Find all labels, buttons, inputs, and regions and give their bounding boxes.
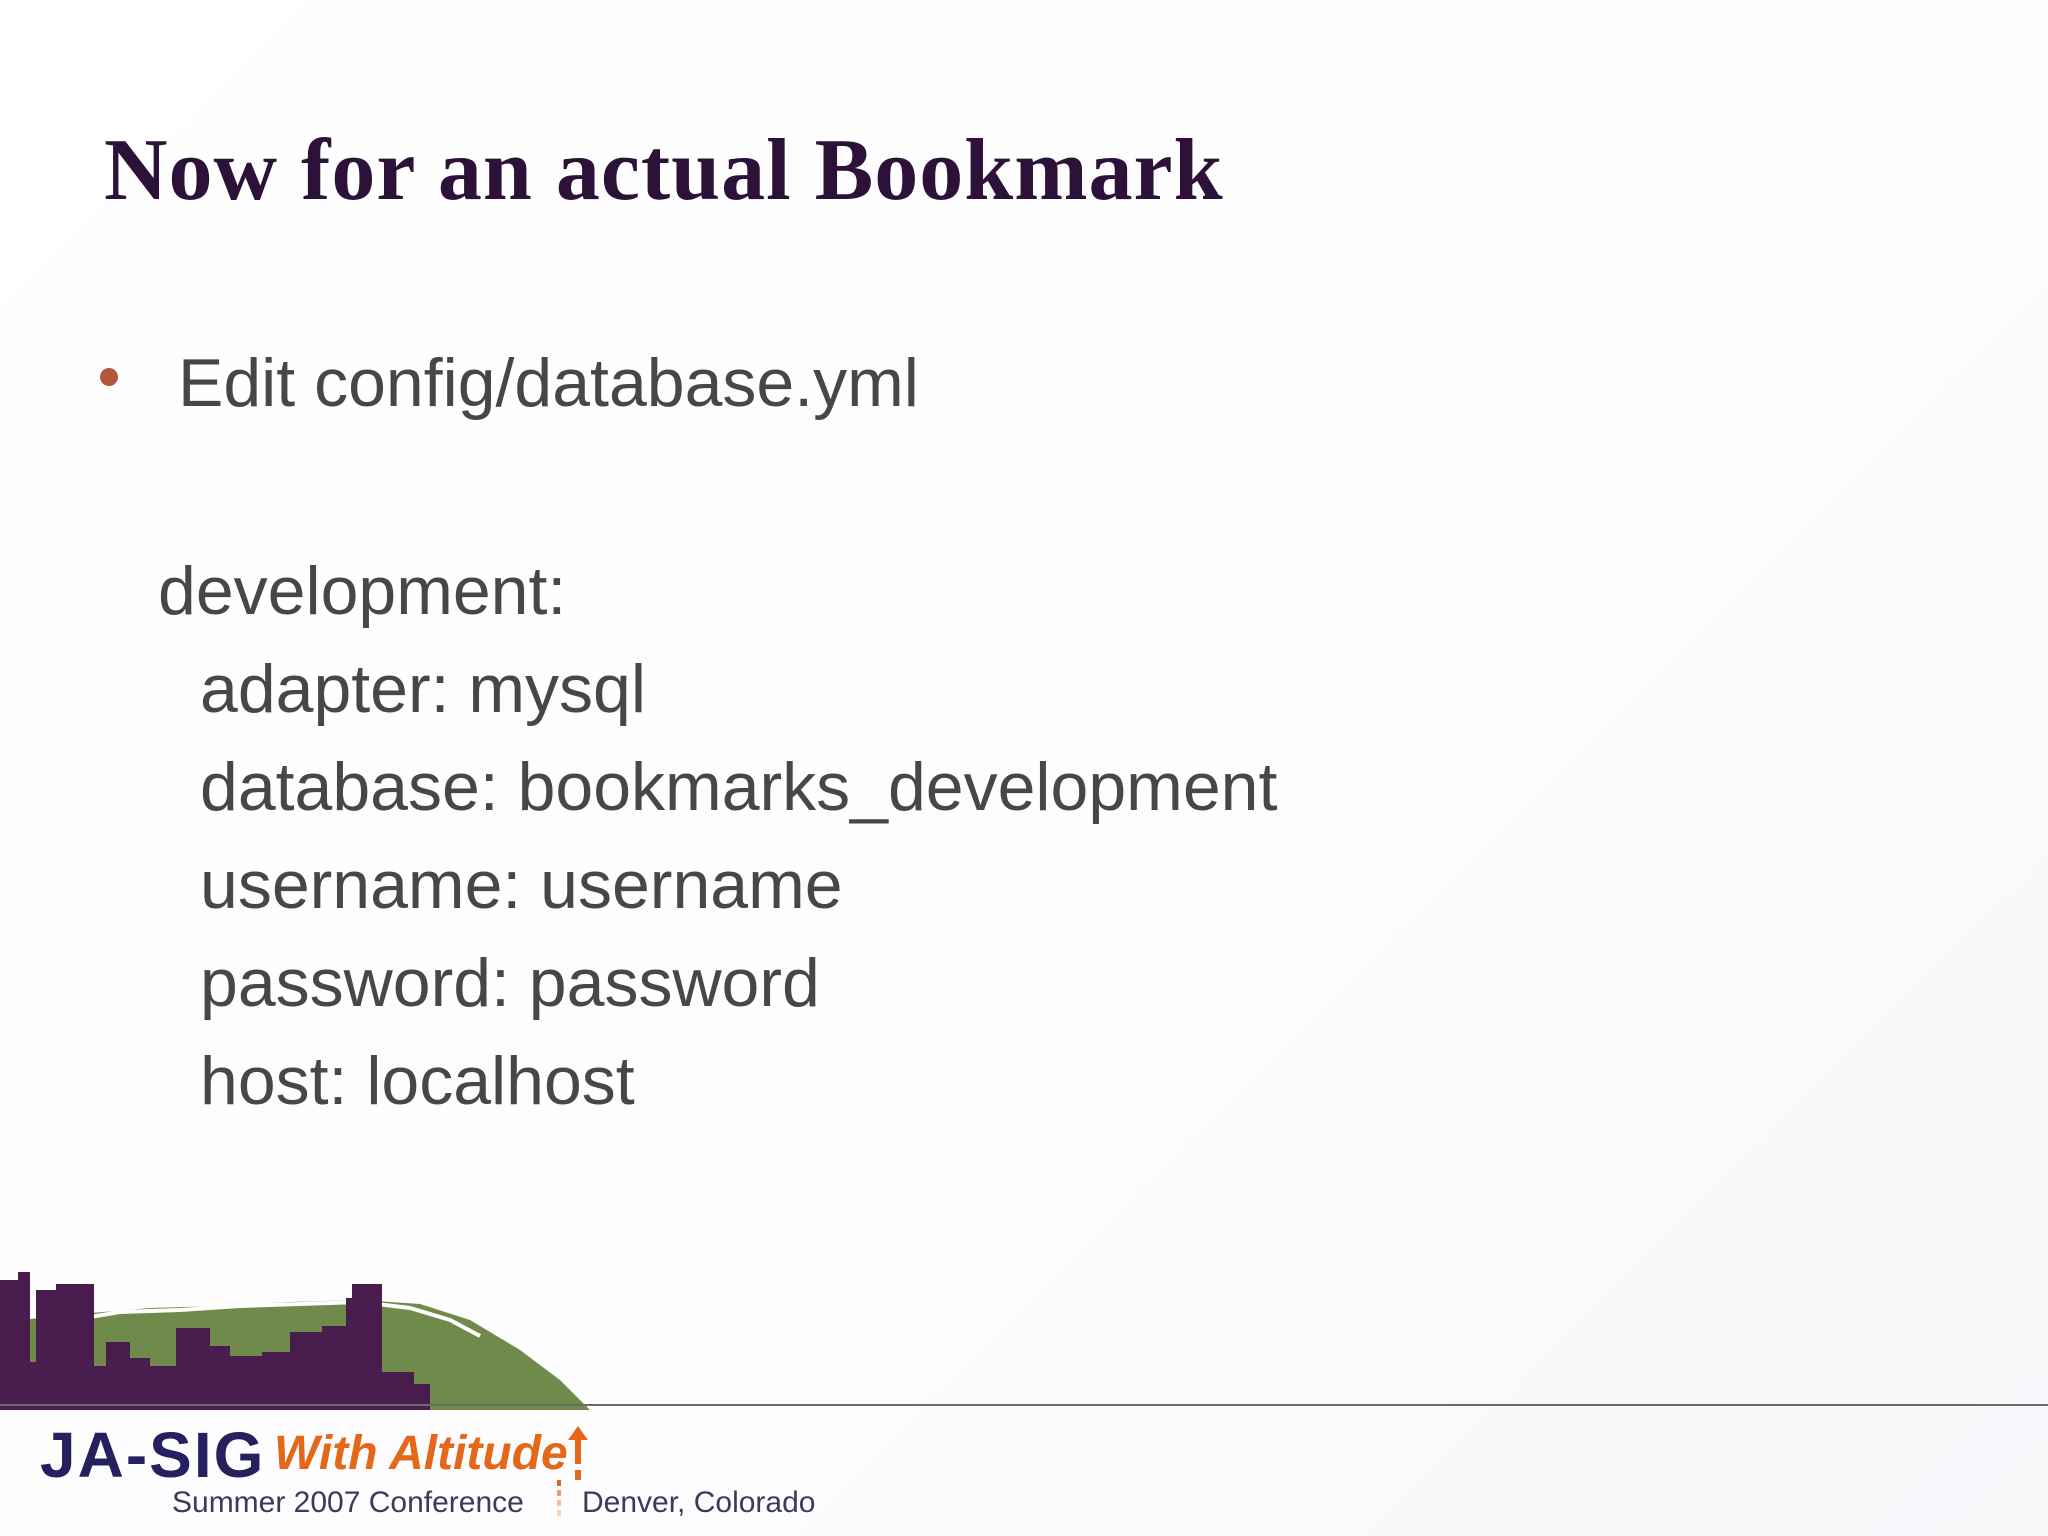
yaml-line-username: username: username xyxy=(200,847,843,923)
slide: Now for an actual Bookmark Edit config/d… xyxy=(0,0,2048,1536)
up-arrow-icon xyxy=(568,1426,588,1480)
conference-name: Summer 2007 Conference xyxy=(172,1486,524,1519)
conference-location: Denver, Colorado xyxy=(582,1486,816,1519)
slide-title: Now for an actual Bookmark xyxy=(104,122,1224,219)
footer-divider-dots xyxy=(557,1480,561,1516)
bullet-text: Edit config/database.yml xyxy=(178,345,919,421)
yaml-env-key: development: xyxy=(158,553,567,629)
jasig-logo: JA-SIG xyxy=(40,1419,266,1491)
footer-divider xyxy=(0,1404,2048,1406)
denver-skyline-graphic xyxy=(0,1272,590,1410)
logo-tagline: With Altitude xyxy=(274,1427,568,1480)
yaml-line-password: password: password xyxy=(200,945,820,1021)
yaml-line-host: host: localhost xyxy=(200,1043,635,1119)
yaml-line-adapter: adapter: mysql xyxy=(200,651,646,727)
yaml-line-database: database: bookmarks_development xyxy=(200,749,1278,825)
bullet-item: Edit config/database.yml xyxy=(100,344,919,422)
yaml-config-block: development: adapter: mysql database: bo… xyxy=(158,542,1277,1130)
bullet-dot-icon xyxy=(100,368,118,386)
